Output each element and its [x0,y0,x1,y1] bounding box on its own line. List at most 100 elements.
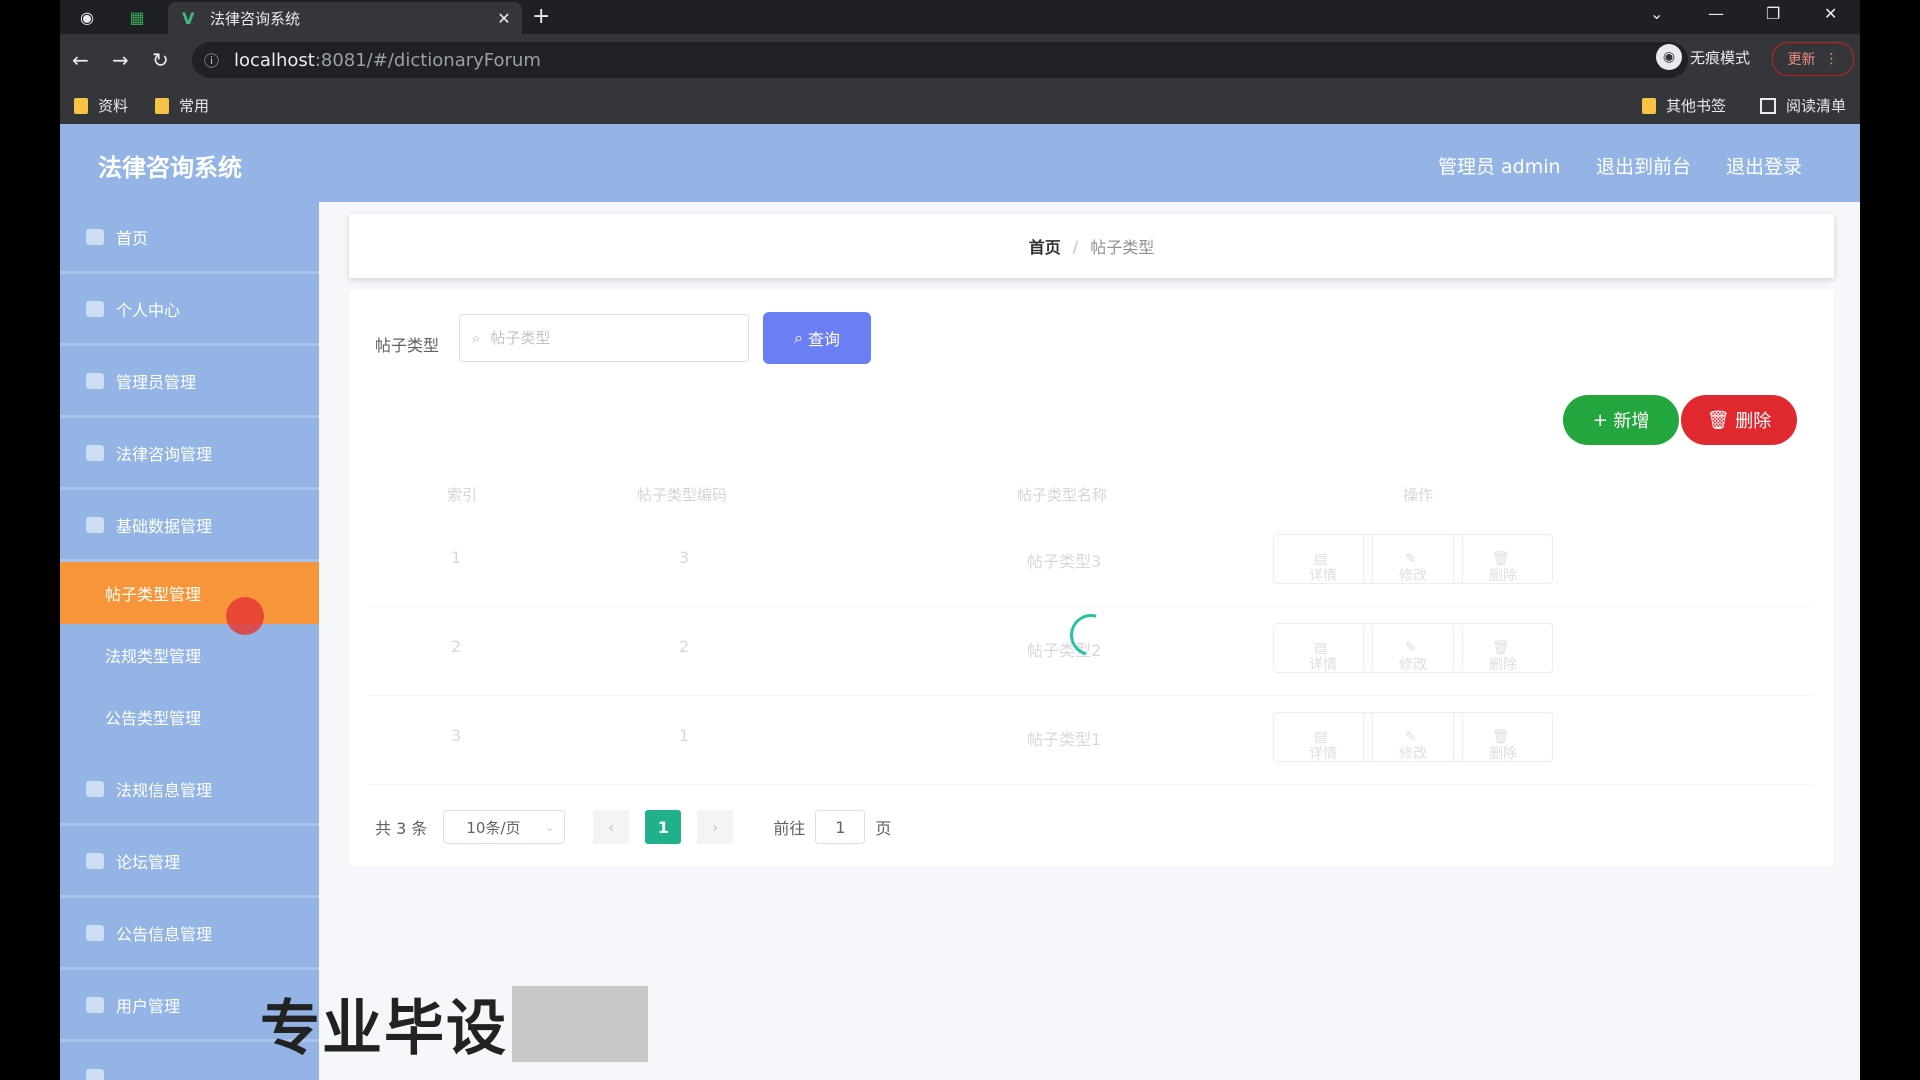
sidebar-item-notice[interactable]: 公告信息管理 [60,898,319,970]
header-name: 帖子类型名称 [1017,486,1108,504]
new-tab-icon[interactable]: + [532,4,550,29]
cell-name: 帖子类型3 [1027,552,1102,571]
content-card: 帖子类型 ⌕ ⌕ 查询 + 新增 🗑 删除 索引 帖子类型编码 帖子类型名称 操… [349,290,1834,866]
plus-icon: + [1592,409,1614,431]
reading-list[interactable]: 阅读清单 [1760,95,1846,116]
folder-icon [1642,97,1656,114]
reading-list-icon [1760,97,1776,114]
sidebar-item-forum[interactable]: 论坛管理 [60,826,319,898]
bookmark-folder-ziliao[interactable]: 资料 [74,95,128,116]
sidebar-subitem-notice-type[interactable]: 公告类型管理 [60,686,319,748]
minimize-icon[interactable]: — [1708,4,1724,23]
trash-icon: 🗑 [1706,409,1736,431]
breadcrumb-separator: / [1072,236,1079,256]
reload-icon[interactable]: ↻ [152,48,169,72]
sidebar-subitem-post-type[interactable]: 帖子类型管理 [60,562,319,624]
law-icon [86,780,104,797]
browser-tab[interactable]: V 法律咨询系统 ✕ [168,2,522,34]
forward-icon[interactable]: → [112,48,129,72]
blurred-region [512,985,648,1062]
incognito-indicator[interactable]: ◉ 无痕模式 [1656,44,1750,70]
add-button[interactable]: + 新增 [1563,395,1679,445]
pagination: 共 3 条 10条/页 ⌄ ‹ 1 › 前往 1 页 [375,810,891,844]
sidebar-subitem-law-type[interactable]: 法规类型管理 [60,624,319,686]
breadcrumb: 首页 / 帖子类型 [349,214,1834,278]
tab-search-icon[interactable]: ⌄ [1650,4,1663,23]
page-suffix: 页 [875,819,892,838]
search-input[interactable] [488,328,713,348]
consult-icon [86,444,104,461]
page-size-select[interactable]: 10条/页 ⌄ [443,810,566,844]
page-number-current[interactable]: 1 [645,810,682,844]
breadcrumb-home[interactable]: 首页 [1029,234,1061,258]
user-icon [86,300,104,317]
chevron-down-icon: ⌄ [545,820,555,834]
detail-button[interactable]: ▤ 详情 [1273,623,1373,673]
other-bookmarks[interactable]: 其他书签 [1642,95,1726,116]
tab-title: 法律咨询系统 [210,9,301,28]
delete-button[interactable]: 🗑 删除 [1681,395,1797,445]
next-page-icon[interactable]: › [697,810,734,844]
back-to-front-link[interactable]: 退出到前台 [1596,152,1691,179]
table-row[interactable]: 1 3 帖子类型3 ▤ 详情 ✎ 修改 🗑 删除 [369,518,1814,607]
current-user: 管理员 admin [1438,156,1561,178]
sidebar-item-personal[interactable]: 个人中心 [60,274,319,346]
sidebar-item-home[interactable]: 首页 [60,202,319,274]
browser-window: ◉ ▦ V 法律咨询系统 ✕ + ⌄ — ❐ ✕ ← → ↻ ⓘ localho… [60,0,1860,1080]
search-field[interactable]: ⌕ [459,314,749,362]
home-icon [86,228,104,245]
sidebar-item-admins[interactable]: 管理员管理 [60,346,319,418]
bookmarks-bar: 资料 常用 其他书签 阅读清单 [60,86,1860,124]
sheet-app-icon[interactable]: ▦ [126,6,148,28]
url-text: localhost:8081/#/dictionaryForum [234,49,541,71]
row-delete-button[interactable]: 🗑 删除 [1453,534,1553,584]
notice-icon [86,924,104,941]
detail-button[interactable]: ▤ 详情 [1273,712,1373,762]
restore-icon[interactable]: ❐ [1766,4,1780,23]
sidebar-item-consult[interactable]: 法律咨询管理 [60,418,319,490]
watermark-overlay: 专业毕设 [260,980,648,1067]
edit-button[interactable]: ✎ 修改 [1363,534,1463,584]
goto-label: 前往 [773,819,806,838]
watermark-text: 专业毕设 [260,994,508,1064]
search-label: 帖子类型 [375,336,440,355]
update-button[interactable]: 更新 ⋮ [1772,42,1854,76]
browser-toolbar: ← → ↻ ⓘ localhost:8081/#/dictionaryForum… [60,34,1860,86]
query-button[interactable]: ⌕ 查询 [763,312,871,364]
edit-button[interactable]: ✎ 修改 [1363,712,1463,762]
sidebar-item-law-info[interactable]: 法规信息管理 [60,754,319,826]
click-indicator [226,597,264,635]
header-code: 帖子类型编码 [637,486,728,504]
site-info-icon[interactable]: ⓘ [204,50,226,71]
goto-page-input[interactable]: 1 [815,810,866,844]
search-icon: ⌕ [793,328,809,347]
cell-index: 3 [451,726,462,745]
close-tab-icon[interactable]: ✕ [492,9,516,28]
header-index: 索引 [447,486,478,504]
incognito-icon: ◉ [1656,44,1682,70]
detail-button[interactable]: ▤ 详情 [1273,534,1373,584]
row-delete-button[interactable]: 🗑 删除 [1453,712,1553,762]
app-title: 法律咨询系统 [98,154,242,182]
table-row[interactable]: 3 1 帖子类型1 ▤ 详情 ✎ 修改 🗑 删除 [369,696,1814,785]
pagination-total: 共 3 条 [375,819,428,838]
close-window-icon[interactable]: ✕ [1824,4,1837,23]
database-icon [86,516,104,533]
cell-name: 帖子类型1 [1027,730,1102,749]
globe-icon[interactable]: ◉ [76,6,98,28]
search-icon: ⌕ [472,329,481,347]
bookmark-folder-changyong[interactable]: 常用 [155,95,209,116]
prev-page-icon[interactable]: ‹ [593,810,630,844]
sidebar-item-basedata[interactable]: 基础数据管理 [60,490,319,562]
table-header: 索引 帖子类型编码 帖子类型名称 操作 [369,468,1814,518]
edit-button[interactable]: ✎ 修改 [1363,623,1463,673]
vue-favicon-icon: V [182,8,195,28]
sidebar: 首页 个人中心 管理员管理 法律咨询管理 基础数据管理 帖子类型管理 法规类型管… [60,202,319,1080]
users-icon [86,996,104,1013]
logout-link[interactable]: 退出登录 [1726,152,1802,179]
forum-icon [86,852,104,869]
back-icon[interactable]: ← [72,48,89,72]
row-delete-button[interactable]: 🗑 删除 [1453,623,1553,673]
folder-icon [155,97,169,114]
address-bar[interactable]: ⓘ localhost:8081/#/dictionaryForum ☆ [192,42,1688,78]
